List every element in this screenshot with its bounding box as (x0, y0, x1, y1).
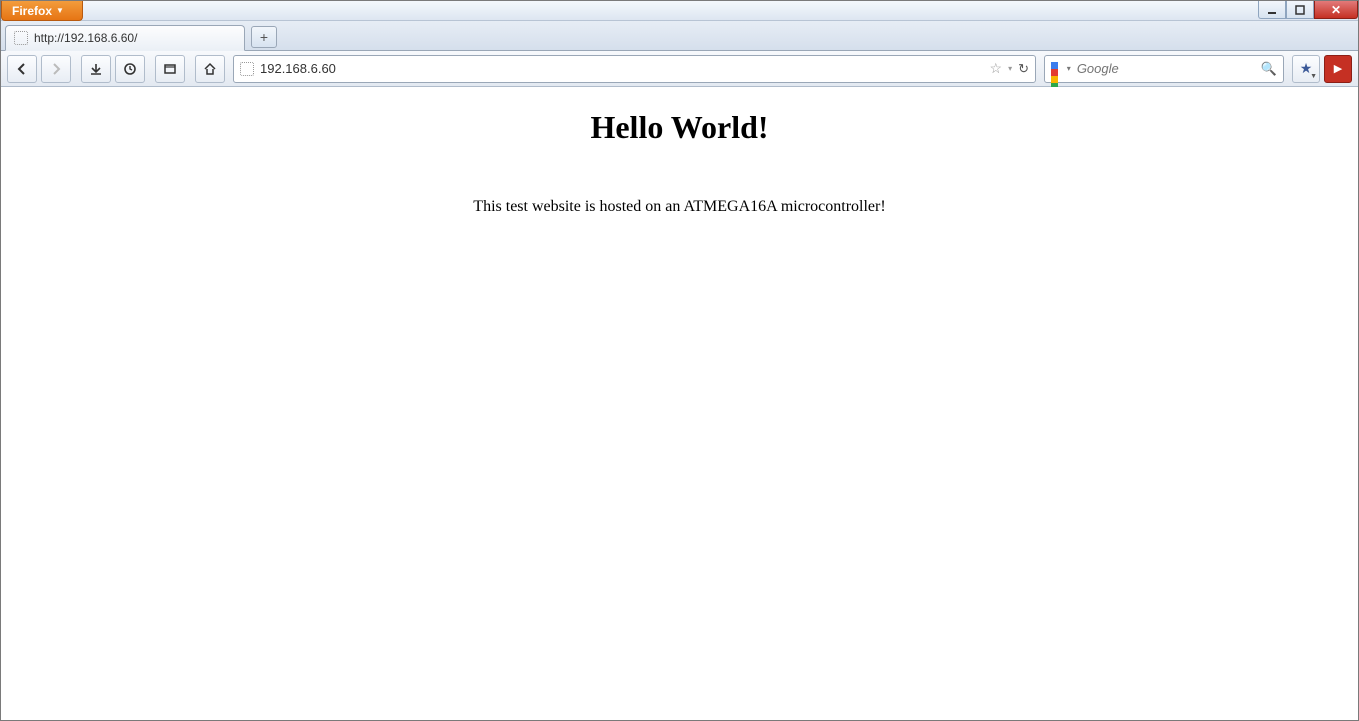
chevron-down-icon: ▼ (1310, 73, 1317, 80)
forward-icon (49, 62, 63, 76)
maximize-button[interactable] (1286, 1, 1314, 19)
nav-toolbar: ☆ ▾ ↻ ▾ 🔍 ★ ▼ ▶ (1, 51, 1358, 87)
search-bar[interactable]: ▾ 🔍 (1044, 55, 1284, 83)
site-identity-icon[interactable] (240, 62, 254, 76)
favicon-icon (14, 31, 28, 45)
toolbar-right: ★ ▼ ▶ (1292, 55, 1352, 83)
reload-icon[interactable]: ↻ (1018, 61, 1029, 77)
separator (75, 57, 77, 81)
bookmarks-menu-button[interactable]: ★ ▼ (1292, 55, 1320, 83)
home-button[interactable] (195, 55, 225, 83)
play-icon: ▶ (1334, 62, 1342, 75)
history-icon (123, 62, 137, 76)
page-body-text: This test website is hosted on an ATMEGA… (1, 198, 1358, 216)
fullscreen-button[interactable] (155, 55, 185, 83)
tab-title: http://192.168.6.60/ (34, 31, 137, 45)
urlbar-right: ☆ ▾ ↻ (990, 60, 1029, 77)
search-input[interactable] (1077, 61, 1255, 76)
maximize-icon (1295, 5, 1305, 15)
separator (149, 57, 151, 81)
page-heading: Hello World! (1, 109, 1358, 146)
search-engine-dropdown-icon[interactable]: ▾ (1067, 64, 1071, 73)
chevron-down-icon: ▼ (56, 6, 64, 15)
tab-strip: http://192.168.6.60/ + (1, 21, 1358, 51)
fullscreen-icon (163, 62, 177, 76)
firefox-menu-button[interactable]: Firefox ▼ (1, 1, 83, 21)
separator (189, 57, 191, 81)
urlbar-dropdown-icon[interactable]: ▾ (1008, 64, 1012, 73)
search-icon[interactable]: 🔍 (1261, 61, 1277, 77)
url-input[interactable] (260, 61, 984, 76)
close-icon: ✕ (1331, 3, 1341, 17)
new-tab-button[interactable]: + (251, 26, 277, 48)
close-button[interactable]: ✕ (1314, 1, 1358, 19)
bookmark-star-icon[interactable]: ☆ (990, 60, 1003, 77)
titlebar: Firefox ▼ ✕ (1, 1, 1358, 21)
downloads-button[interactable] (81, 55, 111, 83)
browser-window: Firefox ▼ ✕ http://192.168.6.60/ + (0, 0, 1359, 721)
url-bar[interactable]: ☆ ▾ ↻ (233, 55, 1036, 83)
google-icon[interactable] (1051, 62, 1061, 76)
minimize-button[interactable] (1258, 1, 1286, 19)
window-controls: ✕ (1258, 1, 1358, 20)
forward-button[interactable] (41, 55, 71, 83)
addon-button[interactable]: ▶ (1324, 55, 1352, 83)
minimize-icon (1267, 5, 1277, 15)
page-content: Hello World! This test website is hosted… (1, 87, 1358, 720)
home-icon (203, 62, 217, 76)
back-button[interactable] (7, 55, 37, 83)
plus-icon: + (260, 29, 268, 45)
tab-active[interactable]: http://192.168.6.60/ (5, 25, 245, 51)
history-button[interactable] (115, 55, 145, 83)
download-icon (89, 62, 103, 76)
firefox-menu-label: Firefox (12, 4, 52, 18)
back-icon (15, 62, 29, 76)
